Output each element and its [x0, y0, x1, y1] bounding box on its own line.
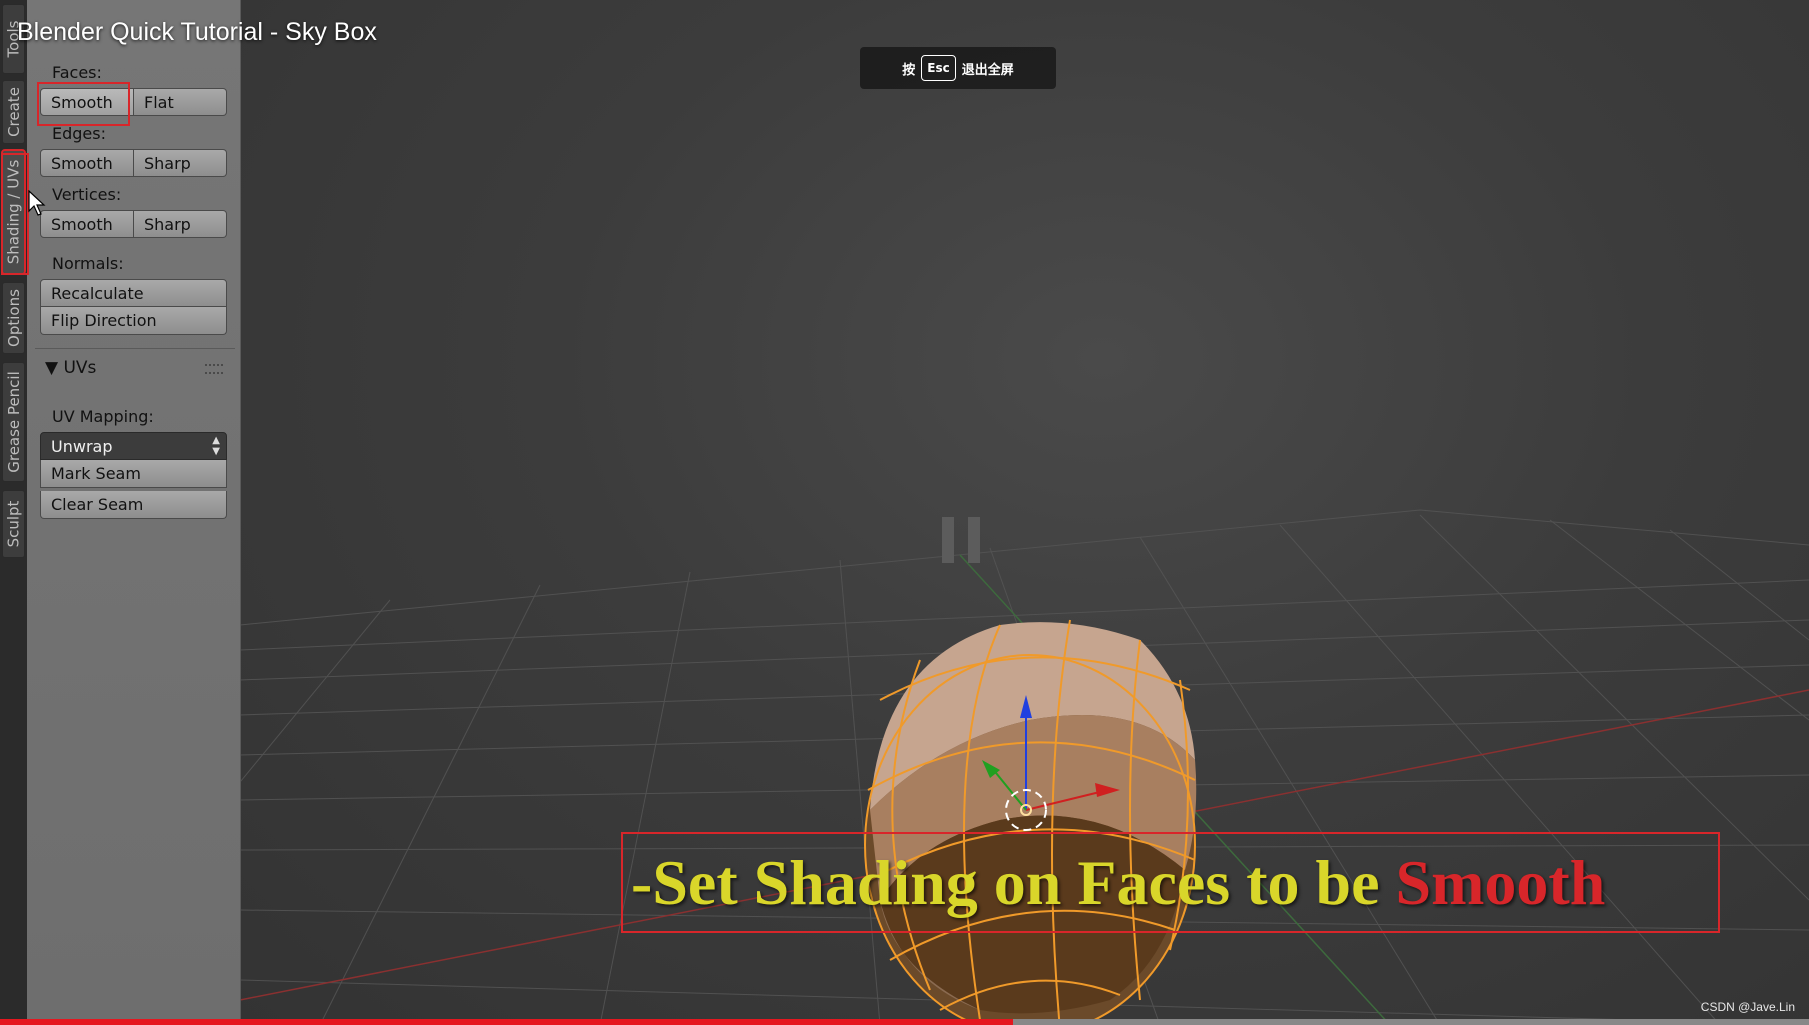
unwrap-label: Unwrap	[51, 436, 113, 456]
drag-handle-icon[interactable]	[205, 364, 223, 374]
tab-sculpt[interactable]: Sculpt	[2, 490, 25, 558]
edges-buttons: Smooth Sharp	[40, 149, 227, 177]
vertices-sharp-button[interactable]: Sharp	[134, 210, 227, 238]
esc-key-badge: Esc	[921, 55, 956, 81]
tab-options[interactable]: Options	[2, 282, 25, 354]
hint-suffix: 退出全屏	[961, 62, 1014, 78]
tool-tab-strip: Tools Create Shading / UVs Options Greas…	[0, 0, 28, 1025]
faces-buttons: Smooth Flat	[40, 88, 227, 116]
watermark: CSDN @Jave.Lin	[1700, 1000, 1795, 1014]
edges-sharp-button[interactable]: Sharp	[134, 149, 227, 177]
clear-seam-button[interactable]: Clear Seam	[40, 491, 227, 519]
normals-label: Normals:	[52, 254, 124, 273]
faces-flat-button[interactable]: Flat	[134, 88, 227, 116]
mark-seam-button[interactable]: Mark Seam	[40, 460, 227, 488]
video-title: Blender Quick Tutorial - Sky Box	[17, 18, 377, 46]
tab-shading-uvs[interactable]: Shading / UVs	[1, 149, 26, 275]
faces-label: Faces:	[52, 63, 102, 82]
fullscreen-exit-hint: 按 Esc 退出全屏	[860, 47, 1056, 89]
tab-grease-pencil[interactable]: Grease Pencil	[2, 362, 25, 482]
recalculate-button[interactable]: Recalculate	[40, 279, 227, 307]
caption-highlight-text: Smooth	[1395, 846, 1606, 918]
updown-arrows-icon: ▲ ▼	[212, 435, 220, 457]
vertices-buttons: Smooth Sharp	[40, 210, 227, 238]
faces-smooth-button[interactable]: Smooth	[40, 88, 134, 116]
uvs-panel-header[interactable]: ▼ UVs	[45, 358, 96, 378]
tutorial-caption: -Set Shading on Faces to be Smooth	[621, 832, 1720, 933]
unwrap-menu[interactable]: Unwrap ▲ ▼	[40, 432, 227, 460]
section-divider	[35, 348, 235, 349]
vertices-label: Vertices:	[52, 185, 122, 204]
uv-sphere[interactable]	[864, 619, 1197, 1025]
caption-main-text: -Set Shading on Faces to be	[631, 846, 1380, 918]
video-progress-bar[interactable]	[0, 1019, 1809, 1025]
edges-label: Edges:	[52, 124, 106, 143]
tool-shelf-panel: Faces: Smooth Flat Edges: Smooth Sharp V…	[27, 0, 241, 1025]
uv-mapping-label: UV Mapping:	[52, 407, 154, 426]
mouse-cursor-icon	[28, 190, 46, 216]
vertices-smooth-button[interactable]: Smooth	[40, 210, 134, 238]
edges-smooth-button[interactable]: Smooth	[40, 149, 134, 177]
flip-direction-button[interactable]: Flip Direction	[40, 307, 227, 335]
pause-icon[interactable]	[940, 515, 984, 565]
tab-create[interactable]: Create	[2, 80, 25, 144]
video-progress-fill	[0, 1019, 1014, 1025]
hint-prefix: 按	[902, 62, 916, 78]
